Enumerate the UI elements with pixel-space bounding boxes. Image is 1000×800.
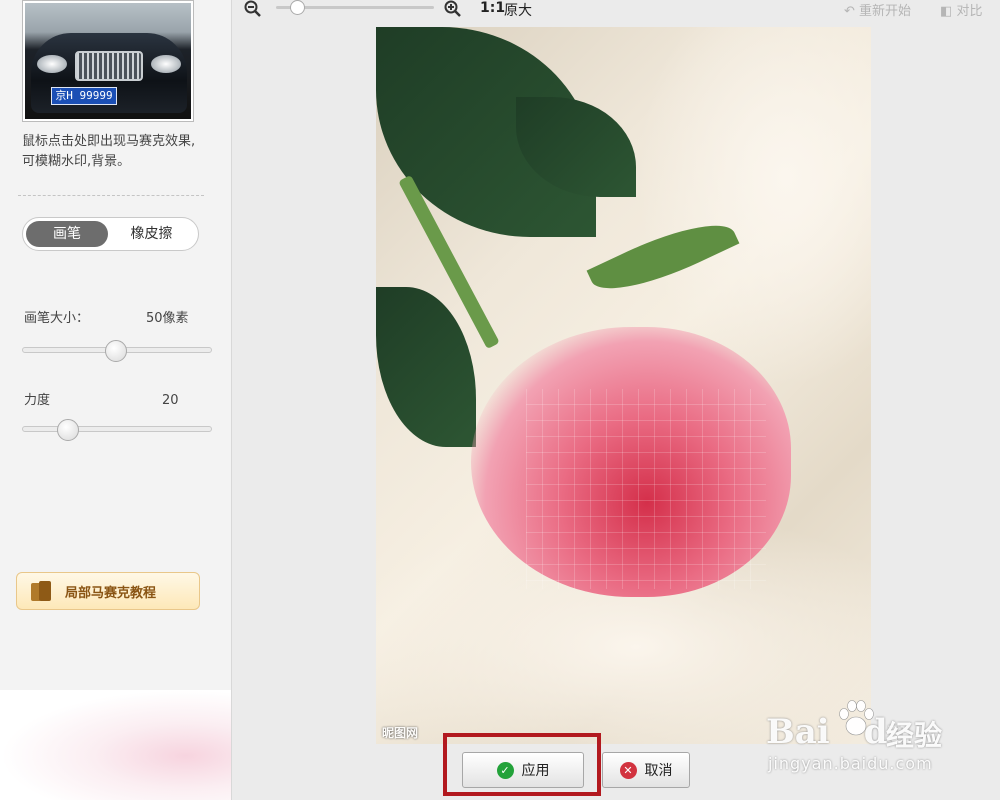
brush-size-label: 画笔大小： <box>24 311 90 326</box>
photo-canvas[interactable]: 昵图网 <box>376 27 871 744</box>
cancel-label: 取消 <box>644 763 673 779</box>
cancel-button[interactable]: ✕ 取消 <box>602 752 690 788</box>
mode-toggle: 画笔 橡皮擦 <box>22 217 199 251</box>
image-watermark: 昵图网 <box>382 726 419 740</box>
car-headlight-left <box>37 55 67 73</box>
apply-label: 应用 <box>521 763 550 779</box>
editor-canvas-area: 1:1 原大 ↶ 重新开始 ◧ 对比 昵图网 ✓ 应用 ✕ 取消 <box>232 0 1000 800</box>
strength-label: 力度 <box>24 393 51 408</box>
cancel-icon: ✕ <box>619 761 637 779</box>
strength-value: 20 <box>162 393 179 408</box>
book-icon <box>31 581 53 601</box>
zoom-slider[interactable] <box>276 0 434 15</box>
brush-size-slider-handle[interactable] <box>105 340 127 362</box>
apply-button[interactable]: ✓ 应用 <box>462 752 584 788</box>
car-grille <box>75 51 143 81</box>
brush-size-slider[interactable] <box>22 340 212 362</box>
original-size-label[interactable]: 原大 <box>504 0 532 20</box>
divider <box>18 195 204 196</box>
zoom-slider-handle[interactable] <box>290 0 305 15</box>
zoom-toolbar: 1:1 原大 ↶ 重新开始 ◧ 对比 <box>232 0 1000 21</box>
one-to-one-zoom-button[interactable]: 1:1 <box>480 0 505 16</box>
strength-slider[interactable] <box>22 419 212 441</box>
mosaic-tutorial-button[interactable]: 局部马赛克教程 <box>16 572 200 610</box>
compare-label: 对比 <box>956 4 983 19</box>
check-icon: ✓ <box>496 761 514 779</box>
undo-icon: ↶ <box>844 4 855 19</box>
compare-icon: ◧ <box>940 4 953 19</box>
zoom-out-icon[interactable] <box>244 0 262 21</box>
reset-label: 重新开始 <box>859 4 912 19</box>
car-image: 京H 99999 <box>25 3 191 119</box>
license-plate: 京H 99999 <box>51 87 117 105</box>
compare-button[interactable]: ◧ 对比 <box>940 0 982 19</box>
preview-thumbnail[interactable]: 京H 99999 <box>22 0 194 122</box>
reset-button[interactable]: ↶ 重新开始 <box>844 0 911 19</box>
hint-text: 鼠标点击处即出现马赛克效果,可模糊水印,背景。 <box>22 134 196 169</box>
car-headlight-right <box>151 55 181 73</box>
strength-slider-handle[interactable] <box>57 419 79 441</box>
decorative-background <box>0 690 231 800</box>
brush-size-value: 50像素 <box>146 311 189 326</box>
mosaic-area <box>526 389 766 589</box>
sidebar: 京H 99999 鼠标点击处即出现马赛克效果,可模糊水印,背景。 画笔 橡皮擦 … <box>0 0 232 800</box>
zoom-in-icon[interactable] <box>444 0 462 21</box>
eraser-mode-button[interactable]: 橡皮擦 <box>108 221 195 247</box>
leaf <box>376 287 476 447</box>
brush-mode-button[interactable]: 画笔 <box>26 221 108 247</box>
mosaic-tutorial-label: 局部马赛克教程 <box>65 585 157 601</box>
